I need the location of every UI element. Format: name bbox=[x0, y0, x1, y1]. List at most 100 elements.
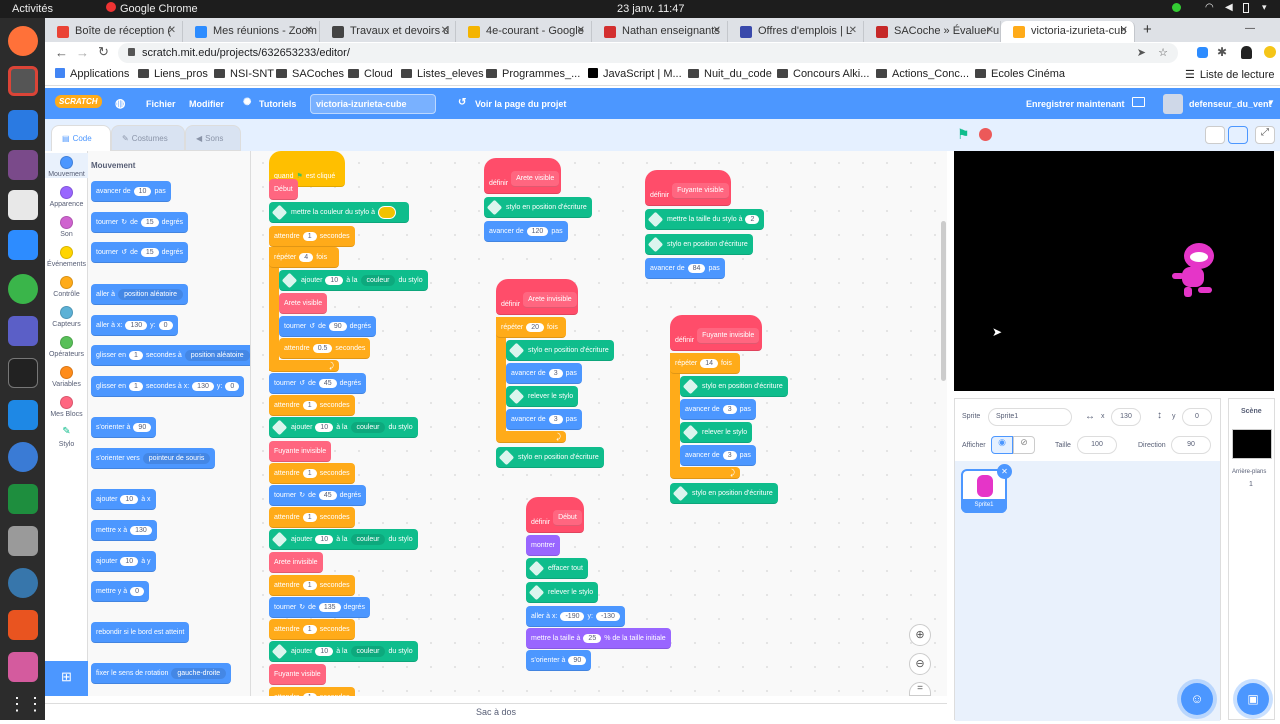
profile-penguin-icon[interactable] bbox=[1241, 46, 1252, 59]
category-operators[interactable]: Opérateurs bbox=[45, 333, 88, 358]
user-menu[interactable]: defenseur_du_vent bbox=[1189, 99, 1272, 109]
block-call-arete-invisible[interactable]: Arete invisible bbox=[269, 552, 323, 573]
block-define-arete-visible[interactable]: définir Arete visible bbox=[484, 158, 561, 194]
hide-sprite-eye-icon[interactable]: ⊘ bbox=[1013, 436, 1035, 454]
block-change-y[interactable]: ajouter 10 à y bbox=[91, 551, 156, 572]
tab-costumes[interactable]: ✎ Costumes bbox=[111, 125, 185, 151]
stage[interactable]: ➤ bbox=[954, 151, 1274, 391]
block-move-steps[interactable]: avancer de 3 pas bbox=[506, 363, 582, 384]
writer-icon[interactable] bbox=[8, 110, 38, 140]
close-icon[interactable]: ✕ bbox=[577, 25, 585, 36]
category-sensing[interactable]: Capteurs bbox=[45, 303, 88, 328]
category-pen[interactable]: ✎ Stylo bbox=[45, 423, 88, 448]
block-change-pen-color[interactable]: ajouter 10 à la couleur du stylo bbox=[279, 270, 428, 291]
tab-scratch-active[interactable]: victoria-izurieta-cub ✕ bbox=[1001, 21, 1135, 42]
large-stage-button[interactable] bbox=[1228, 126, 1248, 144]
url-field[interactable]: scratch.mit.edu/projects/632653233/edito… bbox=[118, 43, 1178, 63]
block-turn-left[interactable]: tourner ↺ de 90 degrés bbox=[279, 316, 377, 337]
block-move-steps[interactable]: avancer de 84 pas bbox=[645, 258, 725, 279]
terminal-icon[interactable] bbox=[8, 358, 38, 388]
block-pen-up[interactable]: relever le stylo bbox=[680, 422, 753, 443]
small-stage-button[interactable] bbox=[1205, 126, 1225, 144]
see-project-page-button[interactable]: Voir la page du projet bbox=[475, 99, 566, 109]
block-set-x[interactable]: mettre x à 130 bbox=[91, 520, 157, 541]
update-icon[interactable] bbox=[1172, 3, 1181, 12]
sprite-size-input[interactable]: 100 bbox=[1077, 436, 1117, 454]
block-pen-down[interactable]: stylo en position d'écriture bbox=[484, 197, 592, 218]
block-wait[interactable]: attendre1secondes bbox=[269, 395, 355, 416]
python-icon[interactable] bbox=[8, 568, 38, 598]
block-repeat[interactable]: répéter 14 fois bbox=[670, 353, 740, 374]
block-goto-xy[interactable]: aller à x: -190 y: -130 bbox=[526, 606, 625, 627]
save-now-button[interactable]: Enregistrer maintenant bbox=[1026, 99, 1125, 109]
bookmark-folder[interactable]: Liens_pros bbox=[138, 68, 208, 80]
block-wait[interactable]: attendre1secondes bbox=[269, 463, 355, 484]
geogebra-icon[interactable] bbox=[8, 274, 38, 304]
bookmark-link[interactable]: JavaScript | M... bbox=[588, 68, 682, 80]
close-icon[interactable]: ✕ bbox=[1120, 25, 1128, 36]
file-menu[interactable]: Fichier bbox=[146, 99, 176, 109]
chevron-down-icon[interactable]: ▼ bbox=[1267, 98, 1275, 107]
block-wait[interactable]: attendre1secondes bbox=[269, 226, 355, 247]
project-title-input[interactable]: victoria-izurieta-cube bbox=[310, 94, 436, 114]
category-events[interactable]: Événements bbox=[45, 243, 88, 268]
block-set-y[interactable]: mettre y à0 bbox=[91, 581, 150, 602]
block-wait[interactable]: attendre1secondes bbox=[269, 575, 355, 596]
zoom-icon[interactable] bbox=[8, 230, 38, 260]
close-icon[interactable]: ✕ bbox=[441, 25, 449, 36]
zoom-out-icon[interactable]: ⊖ bbox=[909, 653, 931, 675]
tab-zoom[interactable]: Mes réunions - Zoom ✕ bbox=[183, 21, 320, 42]
script-workspace[interactable]: quand ⚑ est cliqué Début mettre la couleur… bbox=[251, 151, 947, 696]
wifi-icon[interactable]: ◠ bbox=[1205, 2, 1214, 13]
extensions-icon[interactable]: ✱ bbox=[1217, 45, 1227, 59]
video-icon[interactable] bbox=[8, 150, 38, 180]
battery-icon[interactable] bbox=[1243, 3, 1249, 13]
user-avatar[interactable] bbox=[1163, 94, 1183, 114]
active-app-label[interactable]: Google Chrome bbox=[120, 3, 198, 15]
add-backdrop-icon[interactable]: ▣ bbox=[1237, 683, 1269, 715]
fullscreen-icon[interactable]: ⤢ bbox=[1255, 126, 1275, 144]
tab-classroom[interactable]: Travaux et devoirs d ✕ bbox=[320, 21, 456, 42]
block-define-fuyante-invisible[interactable]: définir Fuyante invisible bbox=[670, 315, 762, 351]
block-pen-up[interactable]: relever le stylo bbox=[506, 386, 579, 407]
chrome-dock-icon[interactable] bbox=[8, 66, 38, 96]
block-goto-xy[interactable]: aller à x: 130 y: 0 bbox=[91, 315, 178, 336]
tab-sounds[interactable]: ◀ Sons bbox=[185, 125, 241, 151]
workspace-scrollbar[interactable] bbox=[941, 221, 946, 381]
block-wait[interactable]: attendre1secondes bbox=[269, 507, 355, 528]
document-viewer-icon[interactable] bbox=[8, 190, 38, 220]
download-icon[interactable] bbox=[8, 652, 38, 682]
category-sound[interactable]: Son bbox=[45, 213, 88, 238]
block-change-pen-color[interactable]: ajouter 10 à la couleur du stylo bbox=[269, 417, 418, 438]
category-control[interactable]: Contrôle bbox=[45, 273, 88, 298]
sprite-name-input[interactable]: Sprite1 bbox=[988, 408, 1072, 426]
block-wait[interactable]: attendre 0.5 secondes bbox=[279, 338, 371, 359]
block-call-debut[interactable]: Début bbox=[269, 179, 298, 200]
tab-gmail[interactable]: Boîte de réception (✕ bbox=[45, 21, 183, 42]
block-pen-down[interactable]: stylo en position d'écriture bbox=[670, 483, 778, 504]
tab-nathan[interactable]: Nathan enseignants ✕ bbox=[592, 21, 728, 42]
share-icon[interactable]: ➤ bbox=[1137, 46, 1146, 59]
bookmark-folder[interactable]: NSI-SNT bbox=[214, 68, 274, 80]
block-repeat[interactable]: répéter 20 fois bbox=[496, 317, 566, 338]
globe-icon[interactable]: ◍ bbox=[115, 96, 125, 110]
edit-menu[interactable]: Modifier bbox=[189, 99, 224, 109]
category-variables[interactable]: Variables bbox=[45, 363, 88, 388]
block-point-towards[interactable]: s'orienter vers pointeur de souris bbox=[91, 448, 216, 469]
system-menu-icon[interactable]: ▾ bbox=[1262, 2, 1267, 13]
scratch-logo[interactable]: SCRATCH bbox=[55, 95, 102, 108]
block-define-fuyante-visible[interactable]: définir Fuyante visible bbox=[645, 170, 731, 206]
block-pen-down[interactable]: stylo en position d'écriture bbox=[496, 447, 604, 468]
zoom-reset-icon[interactable]: = bbox=[909, 682, 931, 696]
reload-icon[interactable]: ↻ bbox=[98, 44, 109, 60]
block-point-direction[interactable]: s'orienter à 90 bbox=[91, 417, 157, 438]
block-bounce[interactable]: rebondir si le bord est atteint bbox=[91, 622, 190, 643]
block-repeat[interactable]: répéter 4 fois bbox=[269, 247, 339, 268]
block-turn-left[interactable]: tourner ↺ de 15 degrés bbox=[91, 242, 189, 263]
backpack-bar[interactable]: Sac à dos bbox=[45, 703, 947, 720]
spreadsheet-icon[interactable] bbox=[8, 484, 38, 514]
vscode-icon[interactable] bbox=[8, 400, 38, 430]
bookmark-folder[interactable]: Programmes_... bbox=[486, 68, 580, 80]
block-pen-down[interactable]: stylo en position d'écriture bbox=[680, 376, 788, 397]
screenshot-icon[interactable] bbox=[8, 316, 38, 346]
